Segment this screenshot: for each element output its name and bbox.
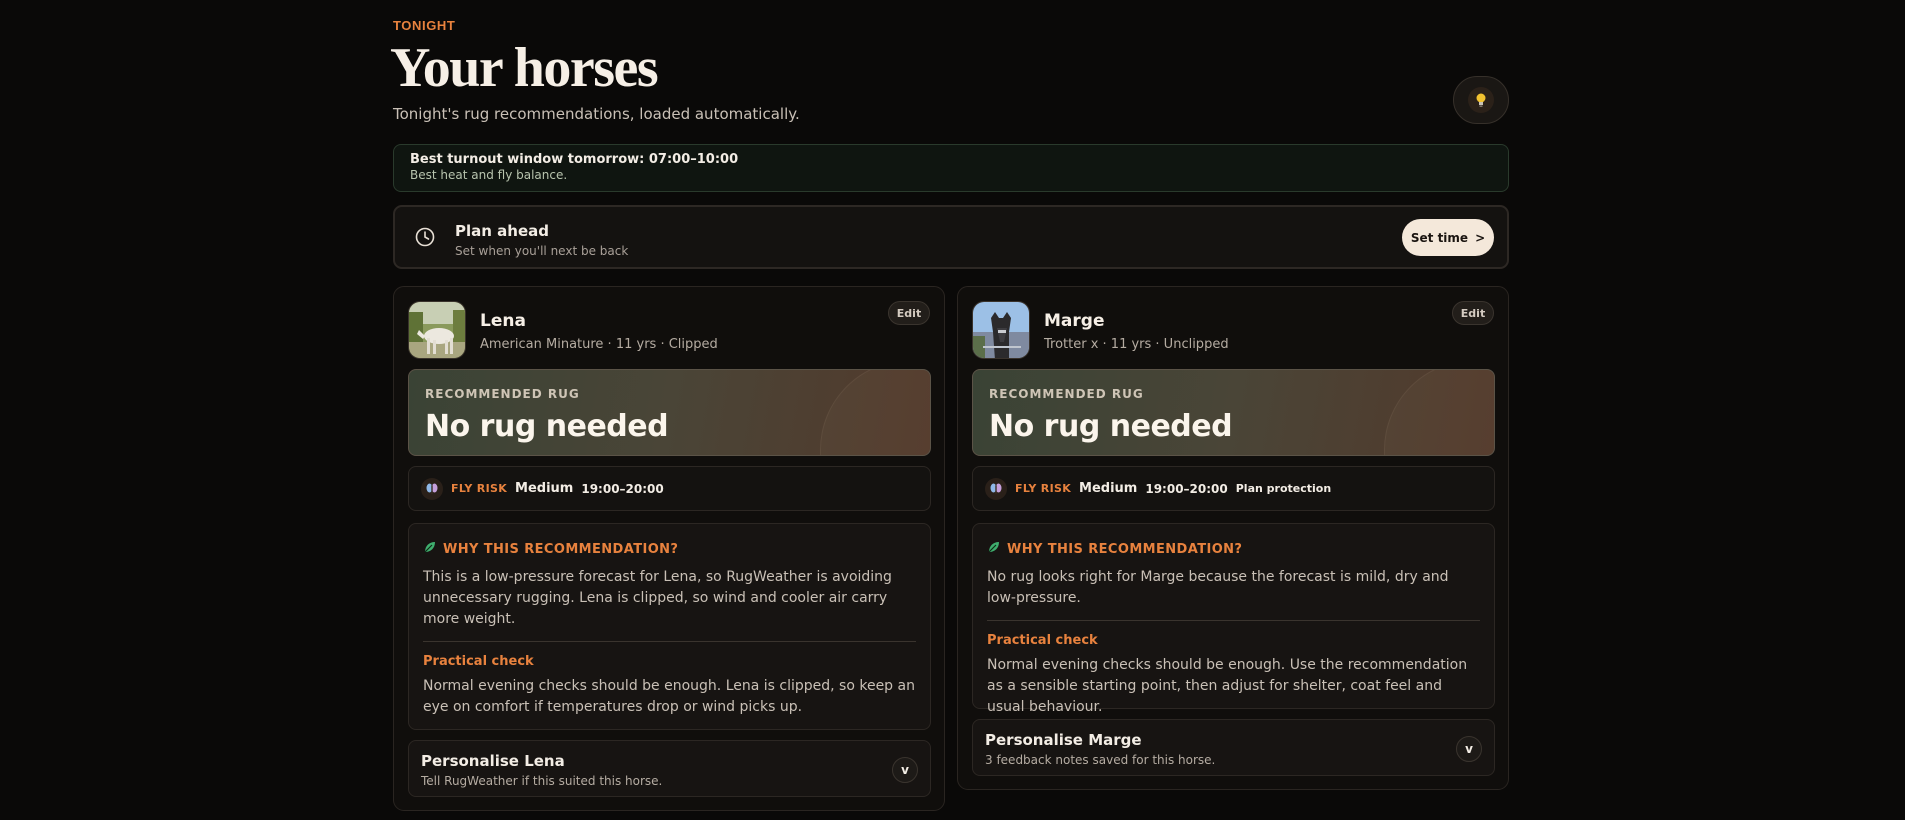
why-text: No rug looks right for Marge because the… xyxy=(987,569,1449,606)
fly-risk-time: 19:00–20:00 xyxy=(581,481,664,496)
recommended-rug-panel: RECOMMENDED RUG No rug needed xyxy=(972,369,1495,456)
practical-check-title: Practical check xyxy=(987,633,1098,648)
personalise-title: Personalise Marge xyxy=(985,731,1142,749)
horse-card-lena: Lena American Minature · 11 yrs · Clippe… xyxy=(393,286,945,811)
personalise-detail: 3 feedback notes saved for this horse. xyxy=(985,753,1216,767)
edit-button[interactable]: Edit xyxy=(888,301,930,325)
practical-check-title: Practical check xyxy=(423,654,534,669)
tips-button[interactable] xyxy=(1453,76,1509,124)
leaf-icon xyxy=(987,540,1001,558)
turnout-banner: Best turnout window tomorrow: 07:00–10:0… xyxy=(393,144,1509,192)
clock-icon xyxy=(415,227,435,251)
chevron-right-icon: > xyxy=(1475,230,1486,245)
fly-risk-label: FLY RISK xyxy=(451,482,508,495)
avatar-marge xyxy=(972,301,1030,359)
plan-detail: Set when you'll next be back xyxy=(455,244,629,258)
turnout-title: Best turnout window tomorrow: 07:00–10:0… xyxy=(410,152,739,167)
set-time-button[interactable]: Set time > xyxy=(1402,219,1494,256)
why-recommendation-panel: WHY THIS RECOMMENDATION? No rug looks ri… xyxy=(972,523,1495,715)
divider xyxy=(987,620,1480,621)
avatar-lena xyxy=(408,301,466,359)
fly-icon xyxy=(421,477,443,500)
why-heading: WHY THIS RECOMMENDATION? xyxy=(987,540,1480,558)
horse-meta: American Minature · 11 yrs · Clipped xyxy=(480,337,718,352)
recommended-rug-panel: RECOMMENDED RUG No rug needed xyxy=(408,369,931,456)
plan-ahead-panel: Plan ahead Set when you'll next be back … xyxy=(393,205,1509,269)
fly-risk-time: 19:00–20:00 xyxy=(1145,481,1228,496)
recommended-rug-value: No rug needed xyxy=(425,409,669,444)
recommended-rug-label: RECOMMENDED RUG xyxy=(425,387,580,401)
page-subtitle: Tonight's rug recommendations, loaded au… xyxy=(393,105,800,123)
leaf-icon xyxy=(423,540,437,558)
personalise-panel[interactable]: Personalise Marge 3 feedback notes saved… xyxy=(972,719,1495,776)
lightbulb-icon xyxy=(1468,87,1494,113)
plan-protection-link[interactable]: Plan protection xyxy=(1236,482,1331,495)
set-time-label: Set time xyxy=(1410,230,1469,245)
fly-risk-level: Medium xyxy=(515,481,574,496)
fly-risk-level: Medium xyxy=(1079,481,1138,496)
why-heading: WHY THIS RECOMMENDATION? xyxy=(423,540,916,558)
practical-check-text: Normal evening checks should be enough. … xyxy=(987,657,1468,715)
horse-name: Marge xyxy=(1044,311,1105,331)
page-eyebrow: TONIGHT xyxy=(393,18,456,33)
why-title: WHY THIS RECOMMENDATION? xyxy=(443,541,679,557)
chevron-down-icon[interactable]: v xyxy=(892,757,918,783)
fly-risk-row: FLY RISK Medium 19:00–20:00 xyxy=(408,466,931,511)
personalise-detail: Tell RugWeather if this suited this hors… xyxy=(421,774,663,788)
turnout-detail: Best heat and fly balance. xyxy=(410,168,568,182)
horse-meta: Trotter x · 11 yrs · Unclipped xyxy=(1044,337,1229,352)
fly-icon xyxy=(985,477,1007,500)
page-title: Your horses xyxy=(390,37,659,99)
personalise-panel[interactable]: Personalise Lena Tell RugWeather if this… xyxy=(408,740,931,797)
decorative-circle xyxy=(1384,370,1494,455)
edit-button[interactable]: Edit xyxy=(1452,301,1494,325)
why-text: This is a low-pressure forecast for Lena… xyxy=(423,569,892,627)
horse-card-marge: Marge Trotter x · 11 yrs · Unclipped Edi… xyxy=(957,286,1509,790)
horse-name: Lena xyxy=(480,311,526,331)
fly-risk-label: FLY RISK xyxy=(1015,482,1072,495)
decorative-circle xyxy=(820,370,930,455)
why-title: WHY THIS RECOMMENDATION? xyxy=(1007,541,1243,557)
recommended-rug-label: RECOMMENDED RUG xyxy=(989,387,1144,401)
plan-title: Plan ahead xyxy=(455,222,549,240)
why-recommendation-panel: WHY THIS RECOMMENDATION? This is a low-p… xyxy=(408,523,931,730)
personalise-title: Personalise Lena xyxy=(421,752,565,770)
chevron-down-icon[interactable]: v xyxy=(1456,736,1482,762)
fly-risk-row: FLY RISK Medium 19:00–20:00 Plan protect… xyxy=(972,466,1495,511)
divider xyxy=(423,641,916,642)
recommended-rug-value: No rug needed xyxy=(989,409,1233,444)
practical-check-text: Normal evening checks should be enough. … xyxy=(423,678,915,715)
